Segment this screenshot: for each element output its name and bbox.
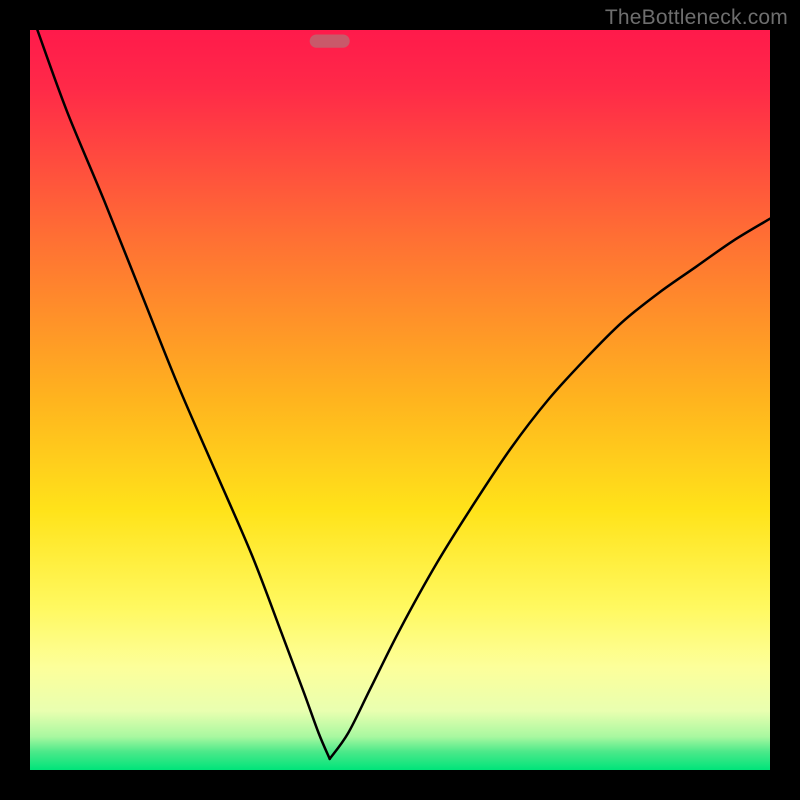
- gradient-background: [30, 30, 770, 770]
- chart-frame: TheBottleneck.com: [0, 0, 800, 800]
- chart-svg: [30, 30, 770, 770]
- watermark-text: TheBottleneck.com: [605, 6, 788, 30]
- bottleneck-marker: [310, 34, 350, 47]
- plot-area: [30, 30, 770, 770]
- center-marker: [310, 34, 350, 47]
